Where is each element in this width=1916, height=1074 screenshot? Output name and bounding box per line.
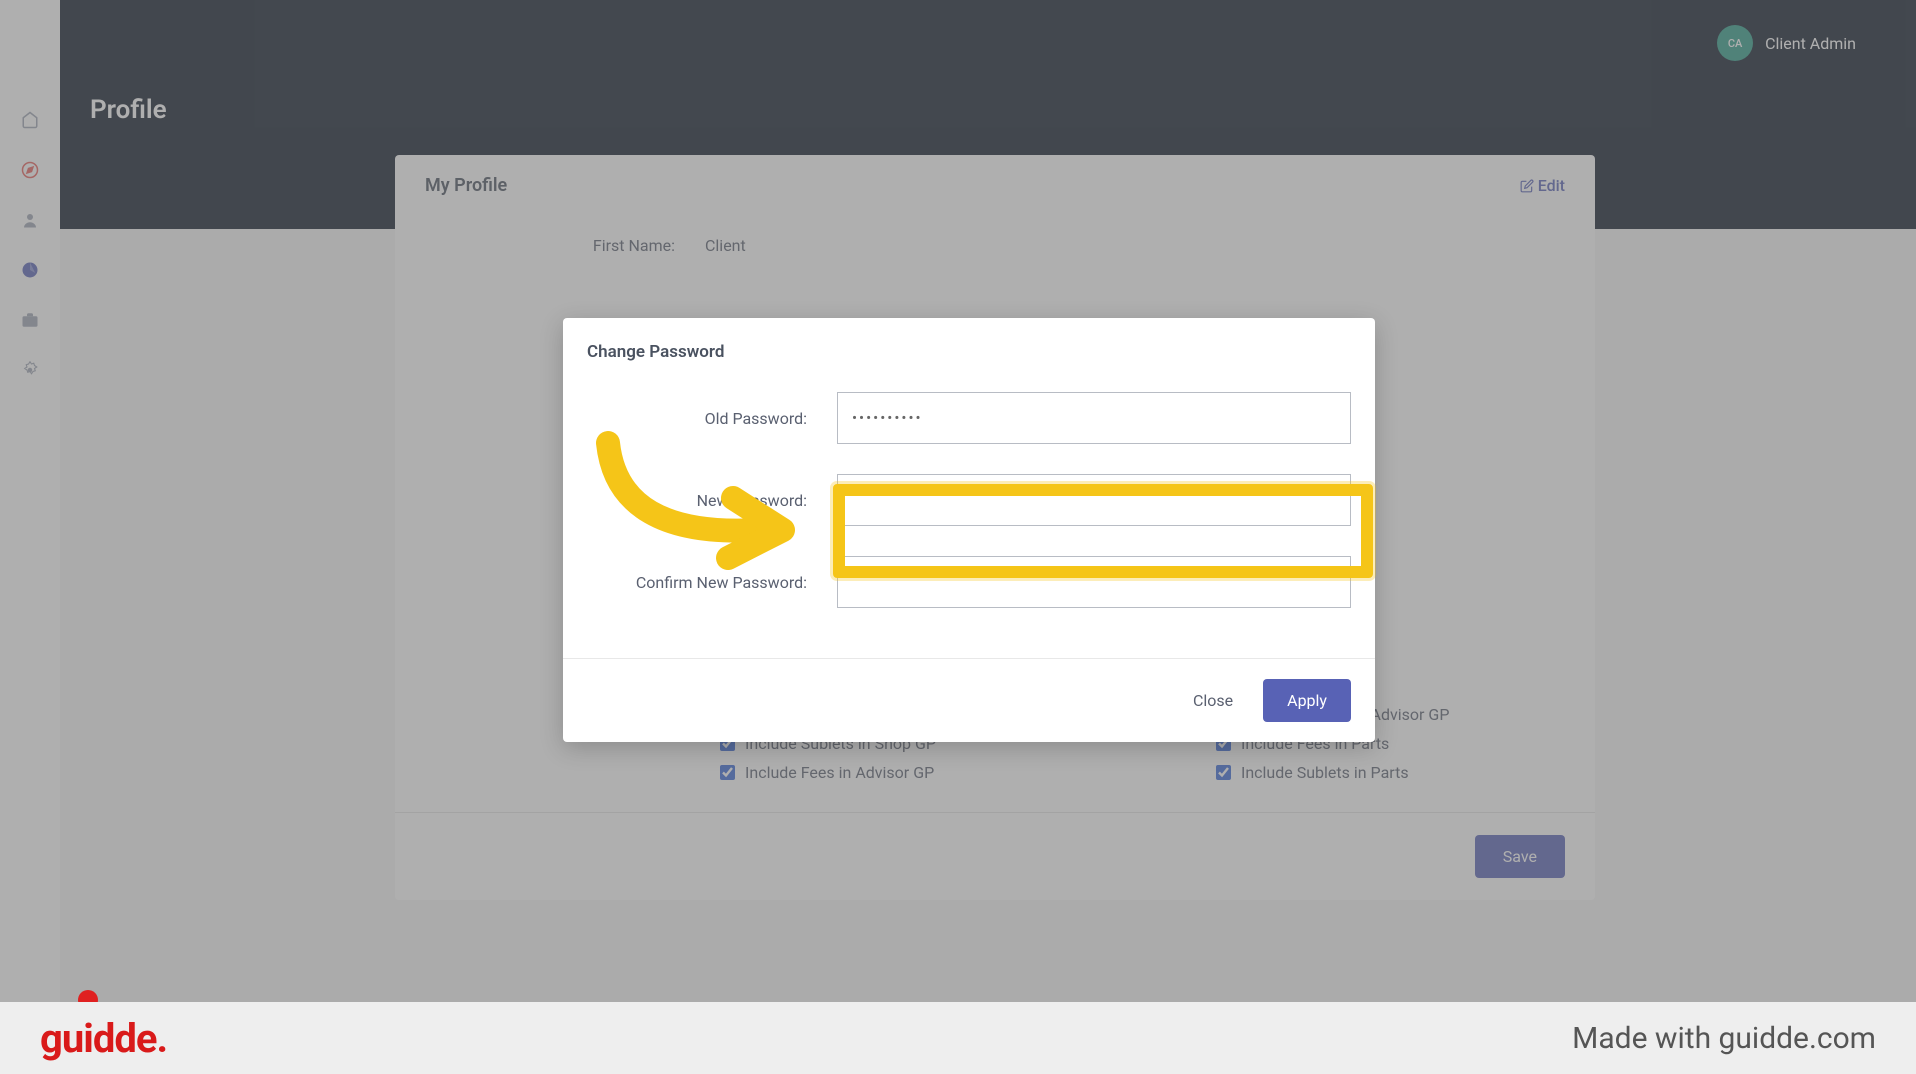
close-button[interactable]: Close	[1193, 691, 1233, 710]
old-password-input[interactable]	[837, 392, 1351, 444]
confirm-password-input[interactable]	[837, 556, 1351, 608]
old-password-label: Old Password:	[587, 409, 837, 428]
guidde-footer: guidde. Made with guidde.com	[0, 1002, 1916, 1074]
confirm-password-label: Confirm New Password:	[587, 573, 837, 592]
apply-button[interactable]: Apply	[1263, 679, 1351, 722]
change-password-modal: Change Password Old Password: New Passwo…	[563, 318, 1375, 742]
modal-title: Change Password	[587, 342, 724, 362]
madewith-label: Made with guidde.com	[1572, 1021, 1876, 1056]
guidde-logo: guidde.	[40, 1015, 167, 1062]
new-password-label: New Password:	[587, 491, 837, 510]
new-password-input[interactable]	[837, 474, 1351, 526]
